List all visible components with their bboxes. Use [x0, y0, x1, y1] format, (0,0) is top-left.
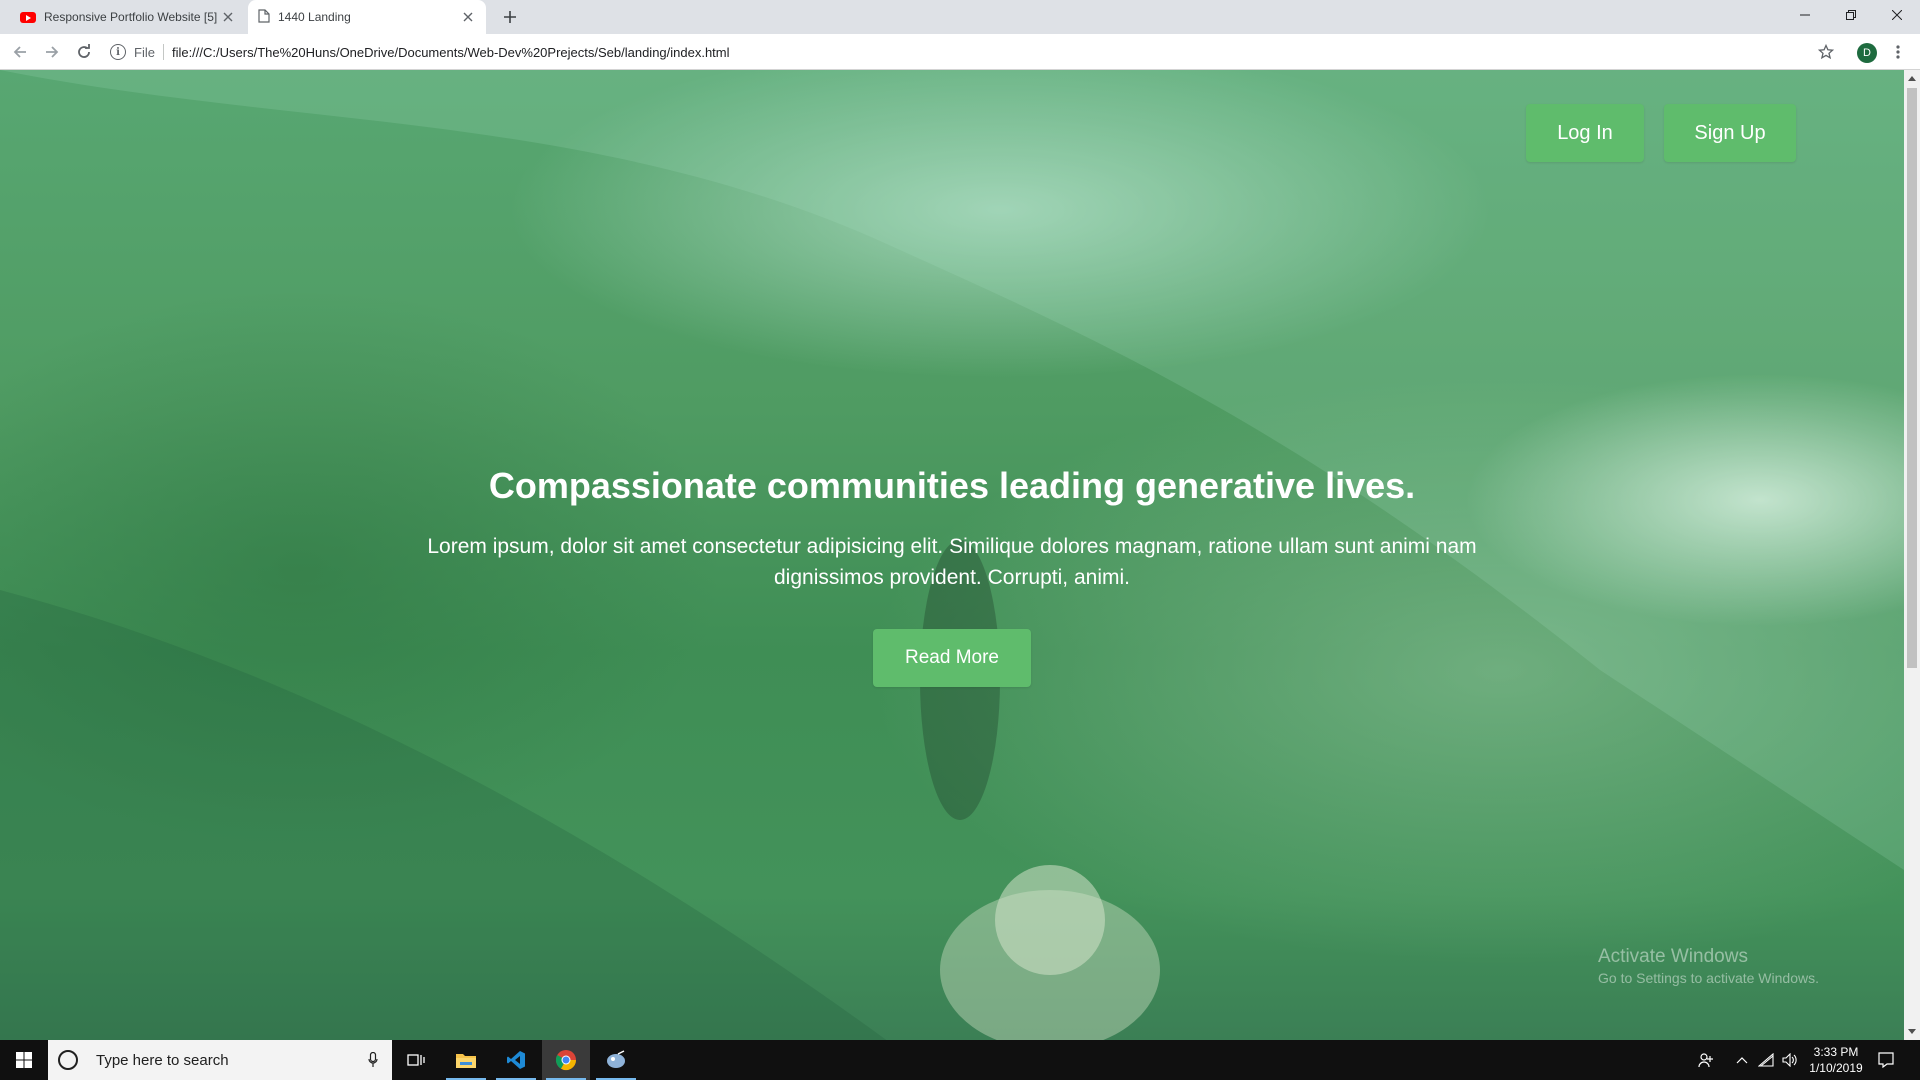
cortana-icon — [58, 1050, 78, 1070]
tab-title: Responsive Portfolio Website [5] — [44, 10, 218, 24]
scroll-thumb[interactable] — [1907, 88, 1917, 668]
vscode-icon — [507, 1051, 525, 1069]
clock-time: 3:33 PM — [1813, 1045, 1859, 1059]
volume-icon[interactable] — [1780, 1050, 1800, 1070]
taskbar-search-input[interactable]: Type here to search — [48, 1040, 392, 1080]
menu-kebab-icon[interactable] — [1886, 40, 1910, 64]
clock-date: 1/10/2019 — [1809, 1061, 1863, 1075]
top-nav: Log In Sign Up — [1526, 104, 1796, 162]
tab-strip: Responsive Portfolio Website [5] 1440 La… — [0, 0, 1920, 34]
people-icon[interactable] — [1696, 1050, 1716, 1070]
youtube-icon — [20, 11, 36, 23]
windows-taskbar: Type here to search 3:33 PM 1/10/2019 — [0, 1040, 1920, 1080]
close-tab-icon[interactable] — [220, 9, 236, 25]
watermark-subtitle: Go to Settings to activate Windows. — [1598, 970, 1819, 986]
file-explorer-icon — [456, 1054, 476, 1068]
activate-windows-watermark: Activate Windows Go to Settings to activ… — [1598, 946, 1819, 986]
bookmark-star-icon[interactable] — [1814, 40, 1838, 64]
divider — [162, 44, 164, 60]
microphone-icon[interactable] — [368, 1051, 378, 1072]
tab-1440-landing[interactable]: 1440 Landing — [248, 0, 486, 34]
profile-avatar[interactable]: D — [1857, 43, 1877, 63]
action-center-icon[interactable] — [1876, 1050, 1896, 1070]
scroll-down-arrow-icon[interactable] — [1908, 1029, 1916, 1034]
windows-logo-icon — [16, 1052, 32, 1068]
back-button[interactable] — [8, 40, 32, 64]
vertical-scrollbar[interactable] — [1904, 70, 1920, 1040]
show-hidden-icons-chevron-icon[interactable] — [1732, 1050, 1752, 1070]
page-icon — [258, 8, 270, 26]
scroll-up-arrow-icon[interactable] — [1908, 76, 1916, 81]
vscode-button[interactable] — [492, 1040, 540, 1080]
new-tab-button[interactable] — [498, 5, 522, 29]
page-viewport: Log In Sign Up Compassionate communities… — [0, 70, 1904, 1040]
minimize-button[interactable] — [1782, 0, 1828, 30]
hero-title: Compassionate communities leading genera… — [488, 465, 1416, 506]
scheme-label: File — [134, 44, 155, 60]
taskbar-clock[interactable]: 3:33 PM 1/10/2019 — [1806, 1044, 1866, 1076]
info-icon[interactable]: i — [110, 44, 126, 60]
hero-text: Lorem ipsum, dolor sit amet consectetur … — [427, 535, 1477, 589]
login-button[interactable]: Log In — [1526, 104, 1644, 162]
watermark-title: Activate Windows — [1598, 946, 1748, 967]
address-bar[interactable]: i File file:///C:/Users/The%20Huns/OneDr… — [110, 38, 1830, 66]
tab-responsive-portfolio[interactable]: Responsive Portfolio Website [5] — [12, 0, 244, 34]
file-explorer-button[interactable] — [442, 1040, 490, 1080]
forward-button[interactable] — [40, 40, 64, 64]
url-text[interactable]: file:///C:/Users/The%20Huns/OneDrive/Doc… — [172, 45, 730, 60]
tab-title: 1440 Landing — [278, 10, 351, 24]
network-icon[interactable] — [1756, 1050, 1776, 1070]
task-view-icon — [407, 1054, 425, 1066]
reload-button[interactable] — [72, 40, 96, 64]
hero-section: Compassionate communities leading genera… — [0, 465, 1904, 687]
restore-button[interactable] — [1828, 0, 1874, 30]
read-more-button[interactable]: Read More — [873, 629, 1031, 687]
close-window-button[interactable] — [1874, 0, 1920, 30]
search-placeholder: Type here to search — [96, 1051, 229, 1069]
signup-button[interactable]: Sign Up — [1664, 104, 1796, 162]
browser-toolbar: i File file:///C:/Users/The%20Huns/OneDr… — [0, 34, 1920, 70]
app-icon — [607, 1050, 625, 1068]
app-button[interactable] — [592, 1040, 640, 1080]
chrome-icon — [555, 1050, 577, 1071]
close-tab-icon[interactable] — [460, 9, 476, 25]
start-button[interactable] — [0, 1040, 48, 1080]
chrome-button[interactable] — [542, 1040, 590, 1080]
task-view-button[interactable] — [392, 1040, 440, 1080]
